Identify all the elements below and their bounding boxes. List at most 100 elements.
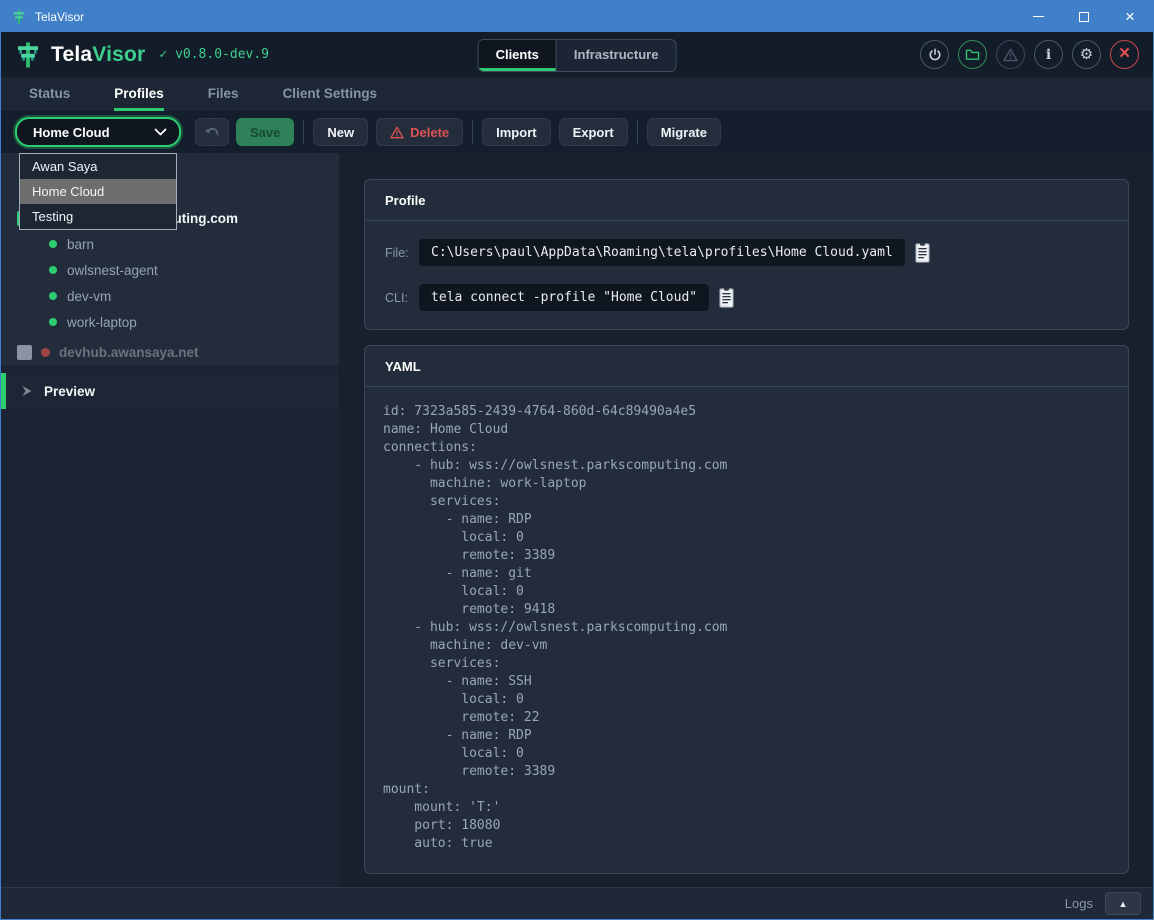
copy-cli-command-button[interactable] bbox=[719, 288, 734, 308]
info-button[interactable]: i bbox=[1034, 40, 1063, 69]
copy-file-path-button[interactable] bbox=[915, 243, 930, 263]
offline-hub-checkbox[interactable] bbox=[17, 345, 32, 360]
chevron-down-icon bbox=[154, 128, 167, 136]
header-actions: i ⚙ × bbox=[920, 40, 1153, 69]
tab-infrastructure[interactable]: Infrastructure bbox=[557, 40, 676, 71]
save-button[interactable]: Save bbox=[236, 118, 294, 146]
online-status-dot bbox=[49, 318, 57, 326]
delete-button[interactable]: Delete bbox=[376, 118, 463, 146]
status-bar: Logs ▲ bbox=[1, 887, 1153, 919]
cli-command-value: tela connect -profile "Home Cloud" bbox=[419, 284, 709, 311]
brand-name: TelaVisor bbox=[51, 43, 145, 67]
yaml-panel-body: id: 7323a585-2439-4764-860d-64c89490a4e5… bbox=[365, 387, 1128, 873]
close-window-button[interactable]: × bbox=[1107, 1, 1153, 32]
machine-label: work-laptop bbox=[67, 315, 137, 330]
version-label: ✓ v0.8.0-dev.9 bbox=[159, 47, 269, 62]
dropdown-option-awan-saya[interactable]: Awan Saya bbox=[20, 154, 176, 179]
offline-hub-label: devhub.awansaya.net bbox=[59, 345, 199, 360]
online-status-dot bbox=[49, 240, 57, 248]
delete-warning-icon bbox=[390, 126, 404, 139]
migrate-button[interactable]: Migrate bbox=[647, 118, 721, 146]
power-icon bbox=[928, 48, 942, 62]
settings-button[interactable]: ⚙ bbox=[1072, 40, 1101, 69]
profile-select-value: Home Cloud bbox=[33, 125, 154, 140]
yaml-panel-title: YAML bbox=[365, 346, 1128, 387]
tab-client-settings[interactable]: Client Settings bbox=[283, 77, 378, 111]
profile-select-dropdown: Awan Saya Home Cloud Testing bbox=[19, 153, 177, 230]
profile-panel-title: Profile bbox=[365, 180, 1128, 221]
app-window: TelaVisor × TelaVisor ✓ v0.8.0-dev.9 Cli… bbox=[0, 0, 1154, 920]
window-title: TelaVisor bbox=[35, 10, 84, 24]
profile-toolbar: Home Cloud Save New Delete Import bbox=[1, 111, 1153, 153]
toolbar-separator bbox=[637, 120, 638, 144]
section-tabs: Status Profiles Files Client Settings bbox=[1, 77, 1153, 111]
dropdown-option-home-cloud[interactable]: Home Cloud bbox=[20, 179, 176, 204]
gear-icon: ⚙ bbox=[1080, 47, 1093, 62]
titlebar: TelaVisor × bbox=[1, 1, 1153, 32]
tree-row-machine[interactable]: owlsnest-agent bbox=[1, 257, 339, 283]
yaml-content: id: 7323a585-2439-4764-860d-64c89490a4e5… bbox=[383, 403, 1108, 853]
warning-icon bbox=[1003, 48, 1018, 62]
tree-row-offline-hub[interactable]: devhub.awansaya.net bbox=[1, 339, 339, 365]
preview-label: Preview bbox=[44, 384, 95, 399]
triangle-up-icon: ▲ bbox=[1119, 899, 1128, 909]
profile-panel-body: File: C:\Users\paul\AppData\Roaming\tela… bbox=[365, 221, 1128, 329]
warnings-button[interactable] bbox=[996, 40, 1025, 69]
brand-logo-icon bbox=[13, 40, 43, 70]
exit-button[interactable]: × bbox=[1110, 40, 1139, 69]
yaml-panel: YAML id: 7323a585-2439-4764-860d-64c8949… bbox=[364, 345, 1129, 874]
app-header: TelaVisor ✓ v0.8.0-dev.9 Clients Infrast… bbox=[1, 32, 1153, 77]
tree-row-machine[interactable]: dev-vm bbox=[1, 283, 339, 309]
app-logo-icon bbox=[11, 9, 27, 25]
tab-status[interactable]: Status bbox=[29, 77, 70, 111]
online-status-dot bbox=[49, 266, 57, 274]
power-button[interactable] bbox=[920, 40, 949, 69]
tab-profiles[interactable]: Profiles bbox=[114, 77, 164, 111]
delete-label: Delete bbox=[410, 125, 449, 140]
undo-icon bbox=[204, 126, 220, 138]
toolbar-separator bbox=[472, 120, 473, 144]
minimize-icon bbox=[1033, 16, 1044, 17]
logs-label: Logs bbox=[1065, 896, 1093, 911]
toolbar-separator bbox=[303, 120, 304, 144]
preview-section-toggle[interactable]: Preview bbox=[1, 373, 339, 409]
maximize-button[interactable] bbox=[1061, 1, 1107, 32]
body: ✓ owlsnest.parkscomputing.com barn owlsn… bbox=[1, 153, 1153, 887]
file-label: File: bbox=[385, 246, 419, 260]
minimize-button[interactable] bbox=[1015, 1, 1061, 32]
machine-label: owlsnest-agent bbox=[67, 263, 158, 278]
tree-row-machine[interactable]: work-laptop bbox=[1, 309, 339, 335]
sidebar: ✓ owlsnest.parkscomputing.com barn owlsn… bbox=[1, 153, 339, 887]
main-content: Profile File: C:\Users\paul\AppData\Roam… bbox=[339, 153, 1153, 887]
open-folder-button[interactable] bbox=[958, 40, 987, 69]
machine-label: dev-vm bbox=[67, 289, 111, 304]
machine-label: barn bbox=[67, 237, 94, 252]
file-row: File: C:\Users\paul\AppData\Roaming\tela… bbox=[385, 239, 1108, 266]
export-button[interactable]: Export bbox=[559, 118, 628, 146]
cli-label: CLI: bbox=[385, 291, 419, 305]
info-icon: i bbox=[1046, 47, 1051, 63]
mode-tabs: Clients Infrastructure bbox=[478, 39, 677, 72]
cli-row: CLI: tela connect -profile "Home Cloud" bbox=[385, 284, 1108, 311]
sidebar-empty-area bbox=[1, 409, 339, 887]
tree-row-machine[interactable]: barn bbox=[1, 231, 339, 257]
online-status-dot bbox=[49, 292, 57, 300]
profile-select[interactable]: Home Cloud bbox=[15, 117, 181, 147]
logs-expand-button[interactable]: ▲ bbox=[1105, 892, 1141, 915]
file-path-value: C:\Users\paul\AppData\Roaming\tela\profi… bbox=[419, 239, 905, 266]
close-icon: × bbox=[1125, 8, 1135, 25]
dropdown-option-testing[interactable]: Testing bbox=[20, 204, 176, 229]
folder-icon bbox=[965, 48, 980, 61]
tab-clients[interactable]: Clients bbox=[479, 40, 556, 71]
offline-status-dot bbox=[41, 348, 50, 357]
sidebar-gap bbox=[1, 365, 339, 373]
profile-panel: Profile File: C:\Users\paul\AppData\Roam… bbox=[364, 179, 1129, 330]
tab-files[interactable]: Files bbox=[208, 77, 239, 111]
chevron-right-icon bbox=[21, 385, 33, 397]
clipboard-copy-icon bbox=[915, 243, 930, 263]
import-button[interactable]: Import bbox=[482, 118, 550, 146]
exit-x-icon: × bbox=[1119, 44, 1130, 63]
undo-button[interactable] bbox=[195, 118, 229, 146]
new-button[interactable]: New bbox=[313, 118, 368, 146]
clipboard-copy-icon bbox=[719, 288, 734, 308]
